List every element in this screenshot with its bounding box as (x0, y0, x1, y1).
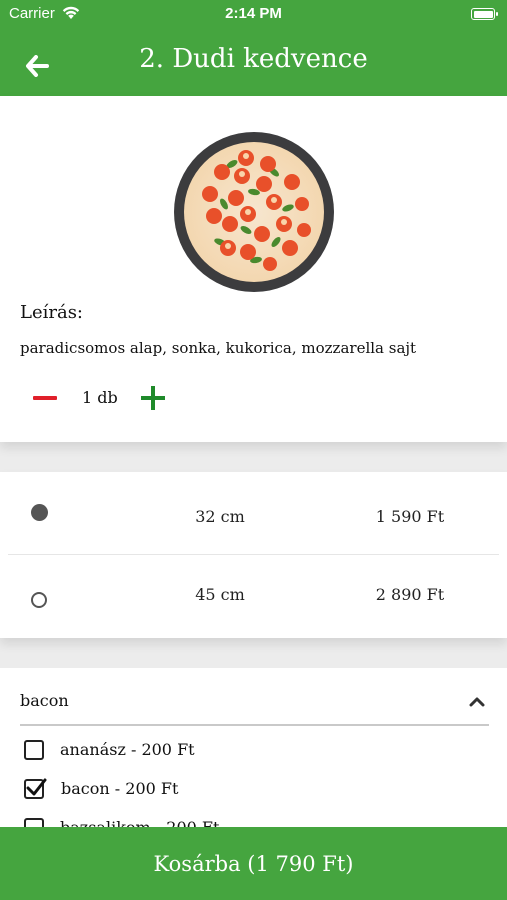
size-option-row[interactable]: 45 cm 2 890 Ft (0, 555, 507, 637)
app-header: Carrier 2:14 PM 2. Dudi kedvence (0, 0, 507, 96)
size-label: 32 cm (195, 507, 245, 526)
chevron-up-icon (469, 697, 485, 707)
minus-icon (33, 396, 57, 400)
price-label: 1 590 Ft (375, 507, 445, 526)
description-text: paradicsomos alap, sonka, kukorica, mozz… (20, 339, 417, 357)
add-to-cart-button[interactable]: Kosárba (1 790 Ft) (0, 827, 507, 900)
extras-dropdown[interactable]: bacon (20, 680, 489, 726)
radio-selected-icon[interactable] (31, 504, 48, 521)
size-option-row[interactable]: 32 cm 1 590 Ft (0, 472, 507, 554)
quantity-value: 1 db (82, 388, 118, 407)
battery-icon (471, 8, 498, 20)
decrease-quantity-button[interactable] (32, 386, 58, 410)
page-title: 2. Dudi kedvence (139, 44, 368, 74)
extra-option-label: ananász - 200 Ft (60, 740, 195, 759)
product-card: Leírás: paradicsomos alap, sonka, kukori… (0, 96, 507, 442)
checkbox-unchecked-icon[interactable] (24, 740, 44, 760)
price-label: 2 890 Ft (375, 585, 445, 604)
radio-unselected-icon[interactable] (31, 592, 47, 608)
status-time: 2:14 PM (225, 5, 282, 22)
size-label: 45 cm (195, 585, 245, 604)
pizza-image (174, 132, 334, 292)
size-options-card: 32 cm 1 590 Ft 45 cm 2 890 Ft (0, 472, 507, 638)
description-label: Leírás: (20, 302, 83, 323)
status-bar: Carrier 2:14 PM (0, 0, 507, 28)
extras-selected-value: bacon (20, 691, 69, 710)
increase-quantity-button[interactable] (140, 385, 166, 411)
checkbox-checked-icon[interactable] (24, 778, 47, 799)
extra-option-label: bacon - 200 Ft (61, 779, 179, 798)
